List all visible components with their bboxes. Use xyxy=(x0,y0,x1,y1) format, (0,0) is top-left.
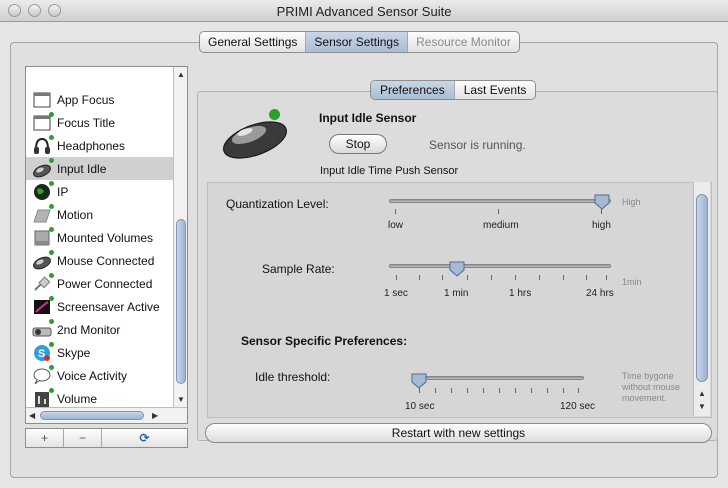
sensor-list-horizontal-scrollbar[interactable]: ◀ ▶ xyxy=(26,407,187,423)
sensor-item-power-connected[interactable]: Power Connected xyxy=(26,272,173,295)
scroll-down-arrow-icon[interactable]: ▼ xyxy=(698,402,706,411)
sensor-item-label: Mounted Volumes xyxy=(57,230,154,245)
sensor-item-label: Motion xyxy=(57,207,94,222)
sensor-item-label: Volume xyxy=(57,391,98,406)
sensor-item-label: App Focus xyxy=(57,92,115,107)
main-tab-bar: General Settings Sensor Settings Resourc… xyxy=(199,31,520,53)
sensor-status-text: Sensor is running. xyxy=(429,138,526,152)
scrollbar-thumb[interactable] xyxy=(696,194,708,382)
sensor-item-label: IP xyxy=(57,184,69,199)
scroll-down-arrow-icon[interactable]: ▼ xyxy=(177,395,185,404)
sensor-item-label: Input Idle xyxy=(57,161,107,176)
speech-bubble-icon xyxy=(32,364,54,385)
sample-rate-tick-1sec: 1 sec xyxy=(384,288,408,299)
sensor-list-vertical-scrollbar[interactable]: ▲ ▼ xyxy=(173,67,187,407)
sensor-item-focus-title[interactable]: Focus Title xyxy=(26,111,173,134)
quantization-hint: High xyxy=(622,197,641,207)
window-title: PRIMI Advanced Sensor Suite xyxy=(276,4,452,19)
sensor-list[interactable]: App Focus Focus Title Headphones Input I… xyxy=(25,66,188,424)
globe-icon xyxy=(32,180,54,201)
sensor-item-skype[interactable]: S Skype xyxy=(26,341,173,364)
add-sensor-button[interactable]: + xyxy=(26,429,64,447)
sensor-item-label: Screensaver Active xyxy=(57,299,160,314)
window-icon xyxy=(32,91,52,109)
sensor-item-voice-activity[interactable]: Voice Activity xyxy=(26,364,173,387)
tab-sensor-settings[interactable]: Sensor Settings xyxy=(306,32,409,52)
tab-general-settings[interactable]: General Settings xyxy=(200,32,307,52)
restart-with-new-settings-button[interactable]: Restart with new settings xyxy=(205,423,712,443)
sensor-item-ip[interactable]: IP xyxy=(26,180,173,203)
refresh-icon[interactable]: ⟳ xyxy=(102,429,187,447)
slider-knob[interactable] xyxy=(449,261,465,277)
sample-rate-hint: 1min xyxy=(622,277,642,287)
sensor-sub-tab-bar: Preferences Last Events xyxy=(370,80,537,100)
scroll-up-arrow-icon[interactable]: ▲ xyxy=(698,389,706,398)
sensor-description: Input Idle Time Push Sensor xyxy=(320,165,459,177)
idle-threshold-hint-line1: Time bygone xyxy=(622,371,674,381)
power-plug-icon xyxy=(32,272,54,293)
sensor-status-indicator xyxy=(269,109,280,120)
tab-preferences[interactable]: Preferences xyxy=(371,81,455,99)
projector-icon xyxy=(32,318,54,339)
sensor-title: Input Idle Sensor xyxy=(319,111,417,125)
mouse-icon xyxy=(32,249,54,270)
volume-icon xyxy=(32,387,54,408)
sensor-specific-heading: Sensor Specific Preferences: xyxy=(241,334,408,348)
idle-threshold-label: Idle threshold: xyxy=(255,370,331,384)
sensor-item-screensaver-active[interactable]: Screensaver Active xyxy=(26,295,173,318)
stop-sensor-button[interactable]: Stop xyxy=(329,134,387,154)
quantization-tick-medium: medium xyxy=(483,220,519,231)
scrollbar-thumb[interactable] xyxy=(40,411,144,420)
skype-icon: S xyxy=(32,341,54,362)
headphones-icon xyxy=(32,134,54,155)
sensor-item-input-idle[interactable]: Input Idle xyxy=(26,157,173,180)
tab-last-events[interactable]: Last Events xyxy=(455,81,536,99)
sample-rate-tick-1hrs: 1 hrs xyxy=(509,288,532,299)
sensor-item-app-focus[interactable]: App Focus xyxy=(26,88,173,111)
scroll-up-arrow-icon[interactable]: ▲ xyxy=(177,70,185,79)
motion-icon xyxy=(32,203,54,224)
sensor-item-label: Mouse Connected xyxy=(57,253,155,268)
tab-resource-monitor[interactable]: Resource Monitor xyxy=(408,32,519,52)
sensor-item-headphones[interactable]: Headphones xyxy=(26,134,173,157)
scroll-right-arrow-icon[interactable]: ▶ xyxy=(152,411,158,420)
slider-knob[interactable] xyxy=(411,373,427,389)
sample-rate-tick-1min: 1 min xyxy=(444,288,469,299)
idle-threshold-tick-min: 10 sec xyxy=(405,401,435,412)
quantization-tick-low: low xyxy=(388,220,404,231)
mouse-icon xyxy=(32,157,54,178)
title-bar: PRIMI Advanced Sensor Suite xyxy=(0,0,728,22)
slider-knob[interactable] xyxy=(594,194,610,210)
sensor-item-mouse-connected[interactable]: Mouse Connected xyxy=(26,249,173,272)
sensor-item-label: Skype xyxy=(57,345,91,360)
preferences-scrollbar[interactable]: ▲ ▼ xyxy=(693,182,710,416)
sensor-item-motion[interactable]: Motion xyxy=(26,203,173,226)
sensor-item-2nd-monitor[interactable]: 2nd Monitor xyxy=(26,318,173,341)
sensor-item-mounted-volumes[interactable]: Mounted Volumes xyxy=(26,226,173,249)
sensor-item-label: 2nd Monitor xyxy=(57,322,121,337)
screensaver-icon xyxy=(32,295,54,316)
quantization-label: Quantization Level: xyxy=(226,197,329,211)
idle-threshold-hint-line2: without mouse xyxy=(622,382,681,392)
sensor-list-buttons: + − ⟳ xyxy=(25,428,188,448)
idle-threshold-tick-max: 120 sec xyxy=(560,401,596,412)
sensor-item-label: Headphones xyxy=(57,138,126,153)
sensor-mouse-icon xyxy=(215,108,295,163)
disk-icon xyxy=(32,226,54,247)
window-icon xyxy=(32,111,54,132)
sample-rate-tick-24hrs: 24 hrs xyxy=(586,288,614,299)
sensor-item-label: Power Connected xyxy=(57,276,153,291)
sensor-item-label: Focus Title xyxy=(57,115,116,130)
sensor-item-label: Voice Activity xyxy=(57,368,128,383)
sample-rate-label: Sample Rate: xyxy=(262,262,335,276)
scrollbar-thumb[interactable] xyxy=(176,219,186,384)
scroll-left-arrow-icon[interactable]: ◀ xyxy=(29,411,35,420)
quantization-tick-high: high xyxy=(592,220,611,231)
remove-sensor-button[interactable]: − xyxy=(64,429,102,447)
idle-threshold-hint-line3: movement. xyxy=(622,393,667,403)
